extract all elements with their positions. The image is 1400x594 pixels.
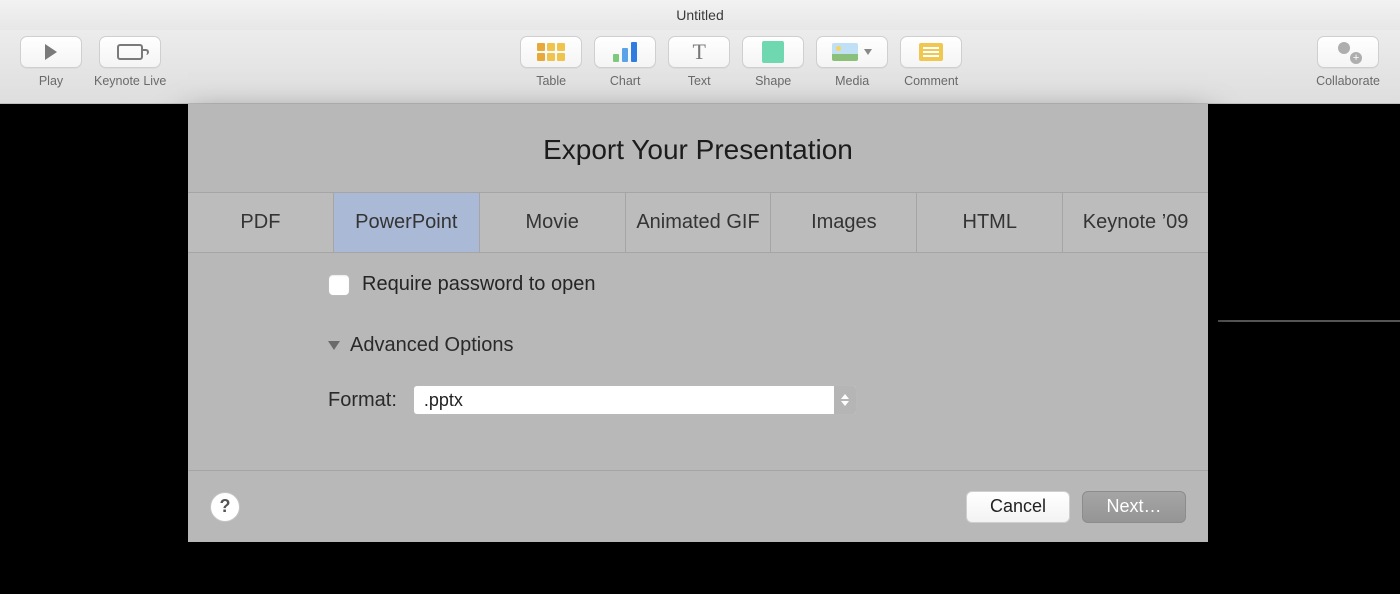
require-password-checkbox[interactable] <box>328 274 350 296</box>
tab-movie[interactable]: Movie <box>480 193 626 252</box>
window-title: Untitled <box>676 7 723 23</box>
play-button[interactable]: Play <box>20 36 82 88</box>
keynote-live-label: Keynote Live <box>94 74 166 88</box>
media-label: Media <box>835 74 869 88</box>
help-icon: ? <box>220 496 231 517</box>
next-label: Next… <box>1106 496 1161 517</box>
slide-edge <box>1218 320 1400 322</box>
advanced-options-label: Advanced Options <box>350 334 513 357</box>
export-tabs: PDF PowerPoint Movie Animated GIF Images… <box>188 192 1208 253</box>
format-value: .pptx <box>414 390 834 411</box>
chart-button[interactable]: Chart <box>594 36 656 88</box>
table-icon <box>537 43 565 61</box>
chevron-down-icon <box>864 49 872 55</box>
keynote-live-button[interactable]: Keynote Live <box>94 36 166 88</box>
format-select[interactable]: .pptx <box>413 385 857 415</box>
next-button[interactable]: Next… <box>1082 491 1186 523</box>
advanced-options-toggle[interactable]: Advanced Options <box>328 334 1208 357</box>
collaborate-button[interactable]: Collaborate <box>1316 36 1380 88</box>
tab-images[interactable]: Images <box>771 193 917 252</box>
help-button[interactable]: ? <box>210 492 240 522</box>
chart-icon <box>613 42 637 62</box>
table-label: Table <box>536 74 566 88</box>
media-button[interactable]: Media <box>816 36 888 88</box>
tab-animated-gif[interactable]: Animated GIF <box>626 193 772 252</box>
select-stepper-icon <box>834 386 856 414</box>
play-icon <box>45 44 57 60</box>
tab-pdf[interactable]: PDF <box>188 193 334 252</box>
text-label: Text <box>688 74 711 88</box>
shape-button[interactable]: Shape <box>742 36 804 88</box>
collaborate-label: Collaborate <box>1316 74 1380 88</box>
export-body: Require password to open Advanced Option… <box>188 253 1208 415</box>
comment-label: Comment <box>904 74 958 88</box>
media-icon <box>832 43 858 61</box>
collaborate-icon <box>1336 42 1360 62</box>
format-row: Format: .pptx <box>328 385 1208 415</box>
cancel-button[interactable]: Cancel <box>966 491 1070 523</box>
require-password-row: Require password to open <box>328 273 1208 296</box>
export-footer: ? Cancel Next… <box>188 470 1208 542</box>
comment-button[interactable]: Comment <box>900 36 962 88</box>
text-icon: T <box>692 39 705 65</box>
tab-keynote-09[interactable]: Keynote ’09 <box>1063 193 1208 252</box>
comment-icon <box>919 43 943 61</box>
tab-html[interactable]: HTML <box>917 193 1063 252</box>
shape-label: Shape <box>755 74 791 88</box>
keynote-live-icon <box>117 44 143 60</box>
disclosure-triangle-icon <box>328 341 340 350</box>
play-label: Play <box>39 74 63 88</box>
tab-powerpoint[interactable]: PowerPoint <box>334 193 480 252</box>
require-password-label: Require password to open <box>362 273 595 296</box>
window-titlebar: Untitled <box>0 0 1400 30</box>
export-sheet: Export Your Presentation PDF PowerPoint … <box>188 104 1208 542</box>
export-title: Export Your Presentation <box>188 104 1208 192</box>
toolbar: Play Keynote Live Table Chart T Text Sha… <box>0 30 1400 104</box>
shape-icon <box>762 41 784 63</box>
cancel-label: Cancel <box>990 496 1046 517</box>
format-label: Format: <box>328 389 397 412</box>
table-button[interactable]: Table <box>520 36 582 88</box>
text-button[interactable]: T Text <box>668 36 730 88</box>
chart-label: Chart <box>610 74 641 88</box>
